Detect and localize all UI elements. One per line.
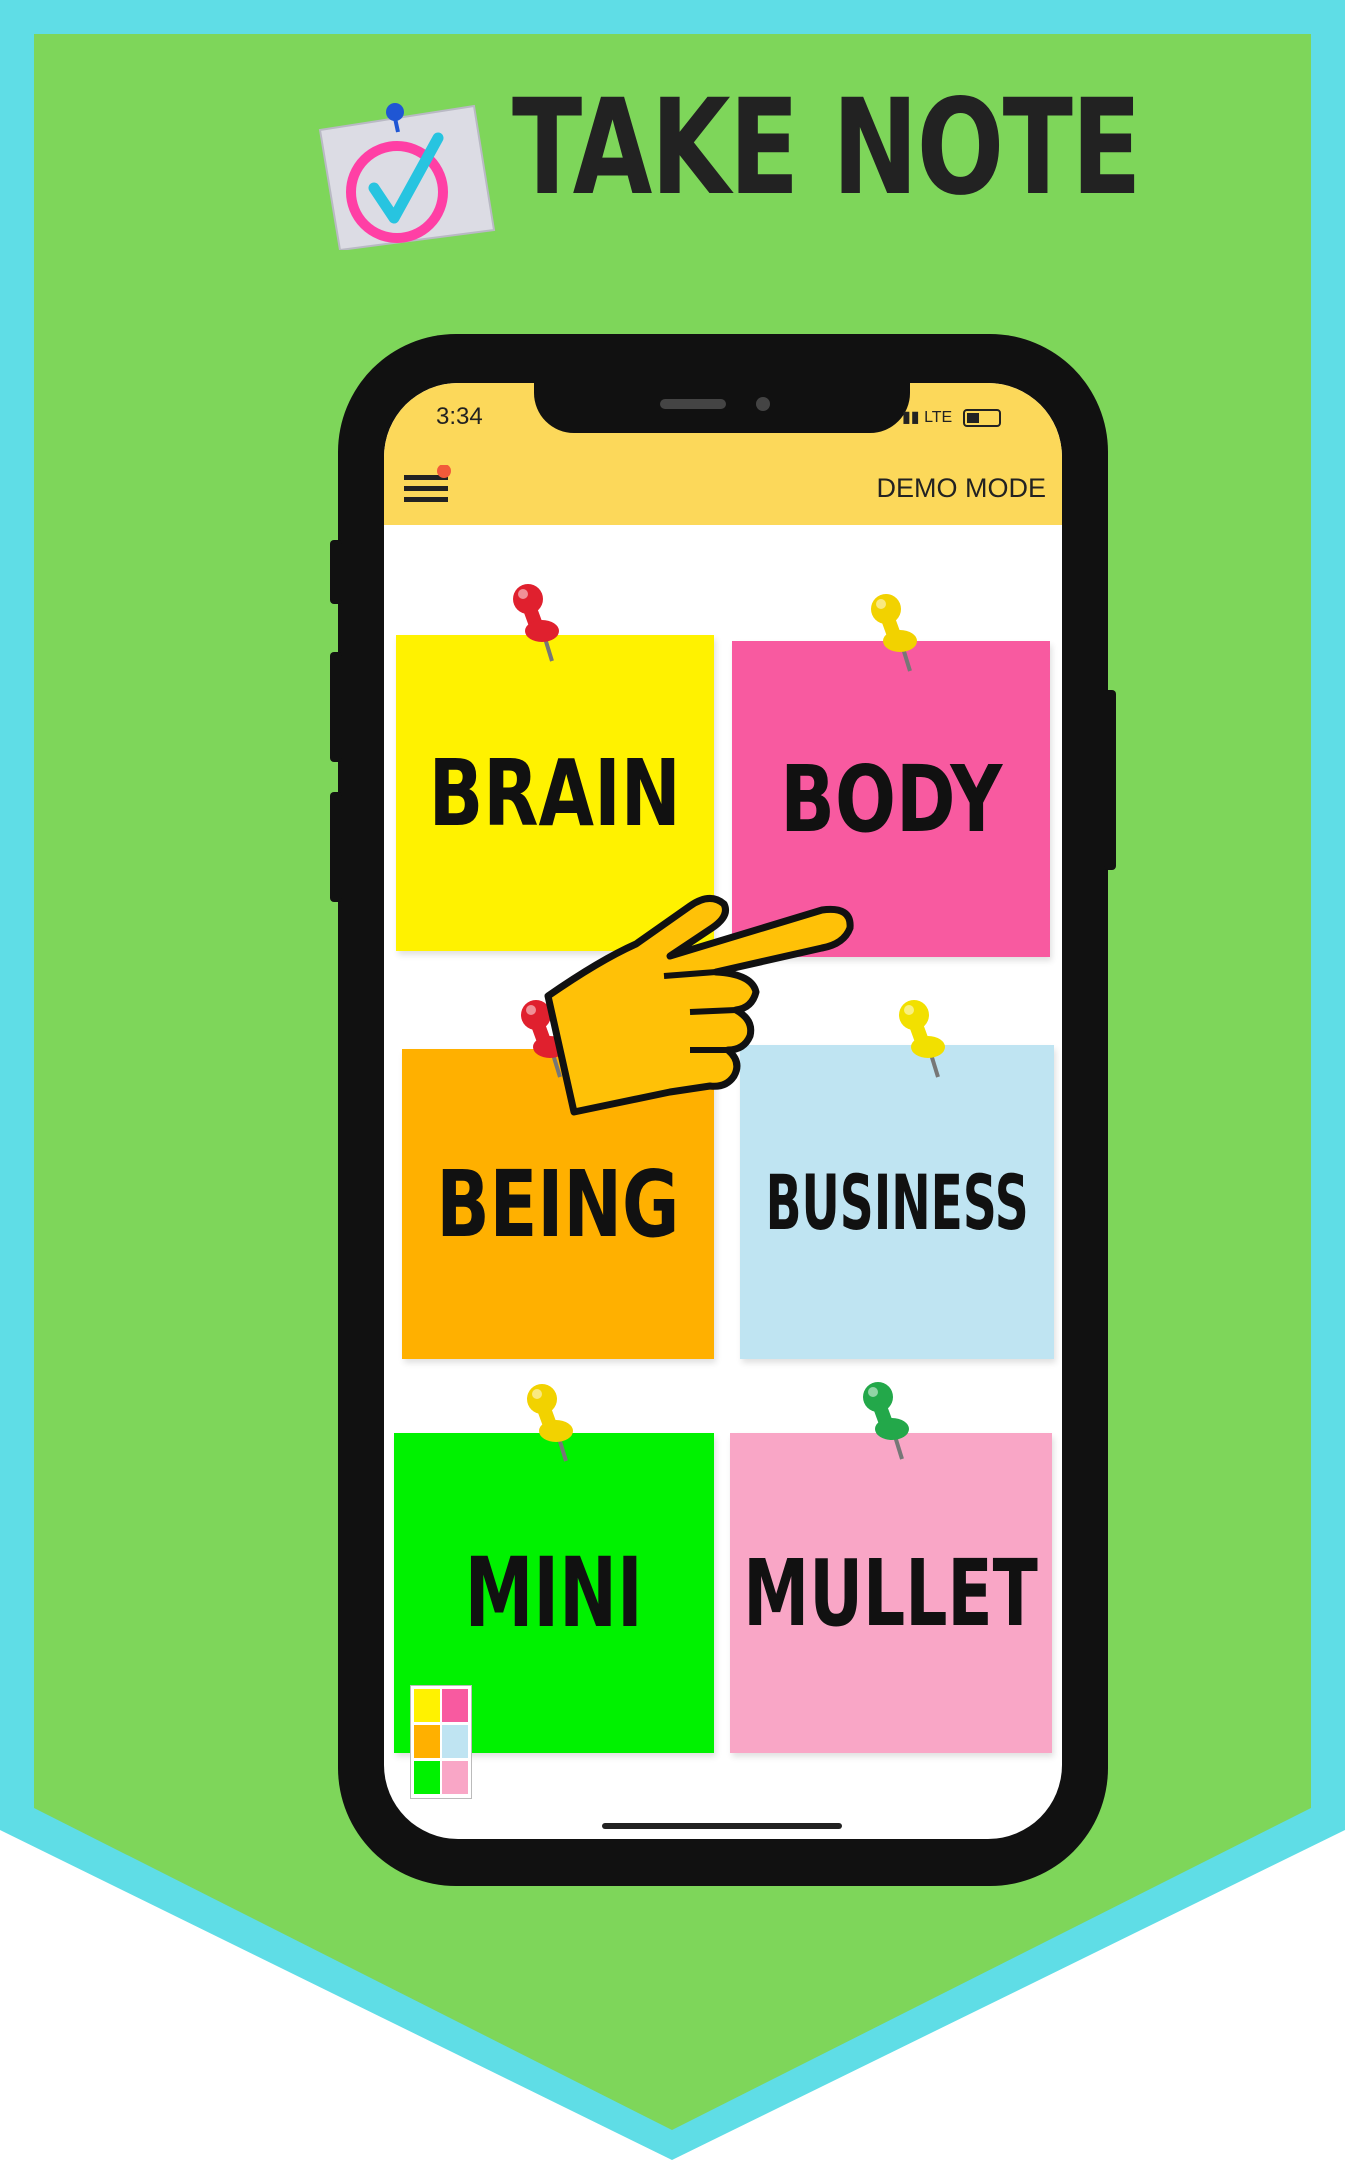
home-indicator[interactable] <box>602 1823 842 1829</box>
network-label: LTE <box>924 409 953 426</box>
demo-mode-label: DEMO MODE <box>876 473 1046 503</box>
phone-side-button <box>330 652 342 762</box>
phone-notch <box>534 383 910 433</box>
pushpin-icon <box>863 1382 909 1460</box>
note-label: BRAIN <box>428 739 682 847</box>
title-area: TAKE NOTE <box>312 78 1142 250</box>
sticky-note-check-icon <box>318 103 496 250</box>
hamburger-menu-icon[interactable] <box>402 465 452 507</box>
note-label: MINI <box>464 1537 644 1649</box>
page-title: TAKE NOTE <box>512 71 1142 225</box>
pointing-hand-icon <box>544 895 854 1116</box>
pushpin-icon <box>871 594 917 672</box>
note-mullet[interactable]: MULLET <box>730 1433 1052 1753</box>
phone-side-button <box>330 540 342 604</box>
pushpin-icon <box>527 1384 573 1462</box>
grid-thumbnail[interactable] <box>410 1685 472 1799</box>
status-network: ▮▮ LTE <box>902 407 1001 427</box>
phone-power-button <box>1104 690 1116 870</box>
note-label: MULLET <box>743 1539 1039 1647</box>
signal-icon: ▮▮ <box>902 409 925 426</box>
pushpin-icon <box>513 584 559 662</box>
pushpin-icon <box>899 1000 945 1078</box>
battery-icon <box>962 408 1001 427</box>
note-label: BEING <box>436 1150 680 1258</box>
app-bar: 3:34 ▮▮ LTE DEMO MODE <box>384 383 1062 525</box>
phone-side-button <box>330 792 342 902</box>
note-label: BUSINESS <box>765 1157 1029 1247</box>
note-label: BODY <box>779 745 1003 853</box>
status-time: 3:34 <box>436 403 483 430</box>
